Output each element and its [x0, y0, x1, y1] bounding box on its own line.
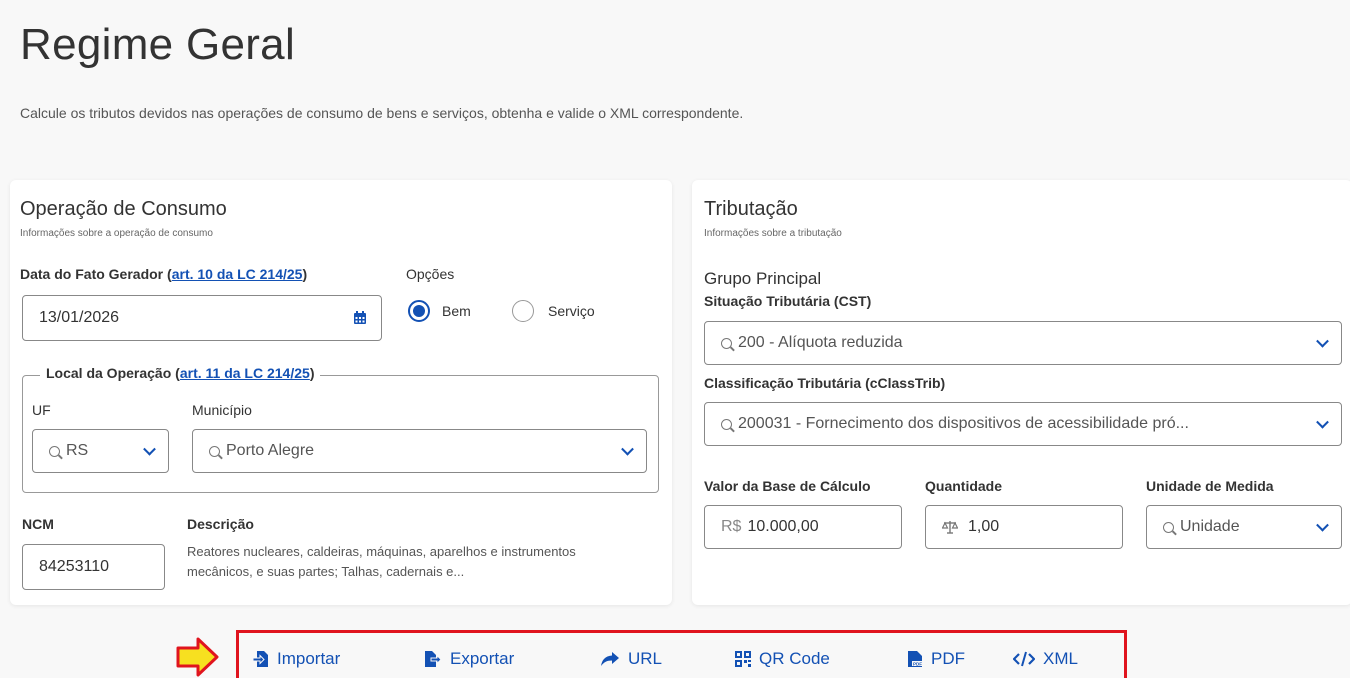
- page-subtitle: Calcule os tributos devidos nas operaçõe…: [20, 105, 744, 121]
- tributacao-title: Tributação: [704, 198, 798, 220]
- art10-link[interactable]: art. 10 da LC 214/25: [172, 266, 303, 282]
- export-file-icon: [425, 651, 442, 667]
- grupo-principal-label: Grupo Principal: [704, 269, 822, 288]
- chevron-down-icon: [143, 442, 156, 456]
- opcoes-label: Opções: [406, 266, 455, 282]
- local-operacao-legend: Local da Operação (art. 11 da LC 214/25): [40, 365, 321, 381]
- base-calculo-label: Valor da Base de Cálculo: [704, 478, 871, 494]
- unidade-medida-label: Unidade de Medida: [1146, 478, 1274, 494]
- chevron-down-icon: [1316, 415, 1329, 429]
- cclasstrib-label: Classificação Tributária (cClassTrib): [704, 375, 946, 391]
- radio-servico-label: Serviço: [548, 303, 595, 319]
- share-arrow-icon: [601, 652, 619, 666]
- page-title: Regime Geral: [20, 20, 296, 69]
- xml-button[interactable]: XML: [1013, 649, 1078, 669]
- exportar-button[interactable]: Exportar: [424, 649, 514, 669]
- importar-button[interactable]: Importar: [253, 649, 340, 669]
- import-file-icon: [253, 651, 268, 667]
- radio-servico[interactable]: [512, 300, 534, 322]
- municipio-label: Município: [192, 402, 252, 418]
- chevron-down-icon: [1316, 518, 1329, 532]
- qrcode-button[interactable]: QR Code: [735, 649, 830, 669]
- unidade-medida-select[interactable]: Unidade: [1146, 505, 1342, 549]
- search-icon: [721, 418, 732, 430]
- cst-label: Situação Tributária (CST): [704, 293, 872, 309]
- arrow-right-icon: [176, 637, 219, 677]
- svg-text:PDF: PDF: [913, 662, 922, 667]
- qrcode-icon: [735, 651, 751, 667]
- ncm-input[interactable]: 84253110: [22, 544, 165, 590]
- radio-bem[interactable]: [408, 300, 430, 322]
- scale-icon: [942, 521, 958, 534]
- code-icon: [1013, 651, 1035, 667]
- calendar-icon[interactable]: [353, 311, 367, 325]
- search-icon: [1163, 521, 1174, 533]
- currency-prefix: R$: [721, 518, 742, 535]
- url-button[interactable]: URL: [600, 649, 662, 669]
- action-toolbar: Importar Exportar URL QR Code PDF PDF XM…: [236, 630, 1127, 678]
- descricao-text: Reatores nucleares, caldeiras, máquinas,…: [187, 544, 576, 579]
- data-fato-gerador-input[interactable]: 13/01/2026: [22, 295, 382, 341]
- chevron-down-icon: [1316, 334, 1329, 348]
- operacao-subtitle: Informações sobre a operação de consumo: [20, 228, 213, 239]
- pdf-button[interactable]: PDF PDF: [907, 649, 965, 669]
- pdf-file-icon: PDF: [908, 651, 922, 667]
- uf-select[interactable]: RS: [32, 429, 169, 473]
- art11-link[interactable]: art. 11 da LC 214/25: [180, 365, 310, 381]
- descricao-label: Descrição: [187, 516, 254, 532]
- municipio-select[interactable]: Porto Alegre: [192, 429, 647, 473]
- cclasstrib-select[interactable]: 200031 - Fornecimento dos dispositivos d…: [704, 402, 1342, 446]
- radio-bem-label: Bem: [442, 303, 471, 319]
- uf-label: UF: [32, 402, 51, 418]
- operacao-title: Operação de Consumo: [20, 198, 227, 220]
- quantidade-input[interactable]: 1,00: [925, 505, 1123, 549]
- tributacao-card: Tributação Informações sobre a tributaçã…: [692, 180, 1350, 605]
- tributacao-subtitle: Informações sobre a tributação: [704, 228, 842, 239]
- search-icon: [721, 337, 732, 349]
- base-calculo-input[interactable]: R$ 10.000,00: [704, 505, 902, 549]
- data-fato-gerador-label: Data do Fato Gerador (art. 10 da LC 214/…: [20, 266, 308, 282]
- quantidade-label: Quantidade: [925, 478, 1003, 494]
- cst-select[interactable]: 200 - Alíquota reduzida: [704, 321, 1342, 365]
- chevron-down-icon: [621, 442, 634, 456]
- search-icon: [49, 445, 60, 457]
- search-icon: [209, 445, 220, 457]
- operacao-card: Operação de Consumo Informações sobre a …: [10, 180, 672, 605]
- ncm-label: NCM: [22, 516, 54, 532]
